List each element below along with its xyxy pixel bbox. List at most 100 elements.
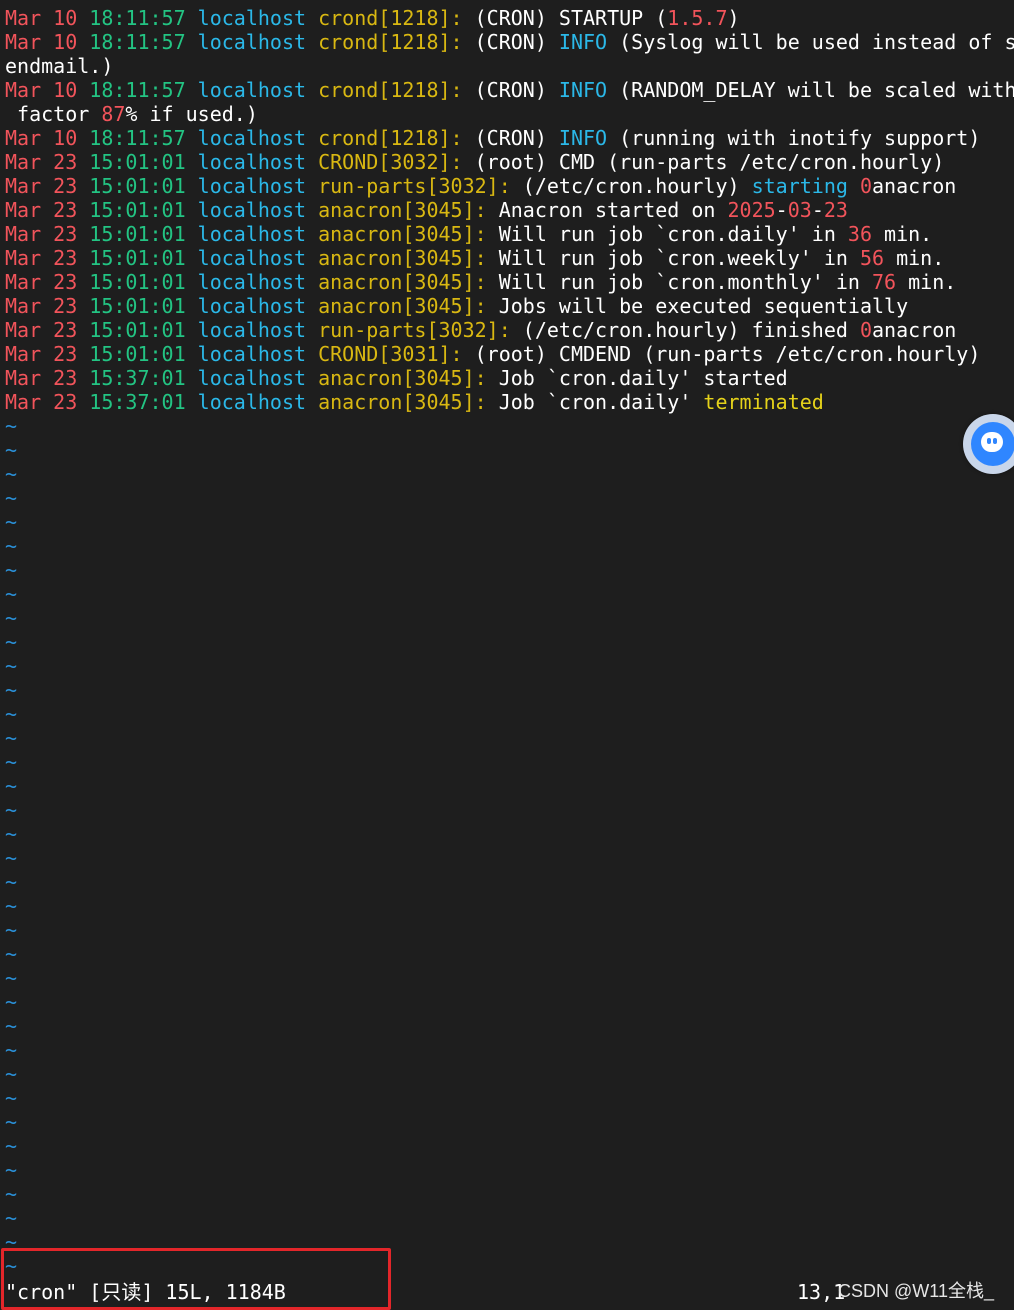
log-line: Mar 23 15:01:01 localhost CROND[3032]: (… <box>5 150 1014 174</box>
log-token: Mar <box>5 78 54 102</box>
empty-line-tilde: ~ <box>5 726 18 750</box>
log-token: 87 <box>101 102 126 126</box>
log-token: Job `cron.daily' started <box>486 366 788 390</box>
log-token: 15:37:01 <box>89 366 198 390</box>
log-token: Mar <box>5 222 54 246</box>
log-token: localhost <box>197 294 319 318</box>
empty-line-tilde: ~ <box>5 870 18 894</box>
log-token: 76 <box>871 270 897 294</box>
log-token: 23 <box>53 246 90 270</box>
log-token: 23 <box>53 318 90 342</box>
log-token: 10 <box>53 78 90 102</box>
log-line: Mar 23 15:37:01 localhost anacron[3045]:… <box>5 390 1014 414</box>
empty-line-tilde: ~ <box>5 774 18 798</box>
empty-line-tilde: ~ <box>5 798 18 822</box>
log-token: 2025 <box>727 198 776 222</box>
empty-line-tilde: ~ <box>5 1182 18 1206</box>
empty-line-tilde: ~ <box>5 582 18 606</box>
log-token: starting <box>751 174 848 198</box>
empty-line-tilde: ~ <box>5 966 18 990</box>
log-token: 23 <box>53 390 90 414</box>
log-token: 03 <box>787 198 812 222</box>
log-token: 56 <box>859 246 885 270</box>
empty-line-tilde: ~ <box>5 510 18 534</box>
log-token: Mar <box>5 294 54 318</box>
log-token: 0 <box>859 318 872 342</box>
log-token: CROND[3032]: <box>318 150 463 174</box>
csdn-watermark: CSDN @W11全栈_ <box>838 1281 994 1301</box>
log-token: anacron[3045]: <box>318 294 487 318</box>
log-line: Mar 23 15:01:01 localhost CROND[3031]: (… <box>5 342 1014 366</box>
log-token: crond[1218]: <box>318 78 463 102</box>
empty-line-tilde: ~ <box>5 462 18 486</box>
log-token: (Syslog will be used instead of s <box>607 30 1014 54</box>
log-token: 15:37:01 <box>89 390 198 414</box>
log-token: 18:11:57 <box>89 78 198 102</box>
empty-line-tilde: ~ <box>5 678 18 702</box>
empty-line-tilde: ~ <box>5 630 18 654</box>
log-token: Will run job `cron.daily' in <box>486 222 848 246</box>
empty-line-tilde: ~ <box>5 606 18 630</box>
log-token: Will run job `cron.weekly' in <box>486 246 860 270</box>
log-token: min. <box>896 270 957 294</box>
log-line: Mar 23 15:01:01 localhost run-parts[3032… <box>5 318 1014 342</box>
log-token: min. <box>872 222 933 246</box>
log-token: Mar <box>5 390 54 414</box>
log-token: localhost <box>197 198 319 222</box>
assistant-face-icon[interactable] <box>963 414 1014 474</box>
log-token: 15:01:01 <box>89 174 198 198</box>
log-token: localhost <box>197 174 319 198</box>
log-token: 18:11:57 <box>89 6 198 30</box>
log-line: Mar 23 15:01:01 localhost anacron[3045]:… <box>5 270 1014 294</box>
log-token: localhost <box>197 6 319 30</box>
log-token: anacron[3045]: <box>318 246 487 270</box>
log-token: (CRON) <box>462 78 559 102</box>
log-token: (CRON) <box>462 126 559 150</box>
log-token: localhost <box>197 126 319 150</box>
empty-line-tilde: ~ <box>5 846 18 870</box>
log-token: localhost <box>197 390 319 414</box>
log-line: Mar 23 15:37:01 localhost anacron[3045]:… <box>5 366 1014 390</box>
empty-line-tilde: ~ <box>5 990 18 1014</box>
empty-line-tilde: ~ <box>5 438 18 462</box>
log-token: 23 <box>53 198 90 222</box>
empty-line-tilde: ~ <box>5 942 18 966</box>
vim-status-line: "cron" [只读] 15L, 1184B <box>5 1280 286 1304</box>
log-token: INFO <box>558 126 608 150</box>
empty-line-tilde: ~ <box>5 918 18 942</box>
log-token: crond[1218]: <box>318 30 463 54</box>
log-token: Mar <box>5 342 54 366</box>
log-token: Mar <box>5 126 54 150</box>
log-line: factor 87% if used.) <box>5 102 1014 126</box>
empty-line-tilde: ~ <box>5 1014 18 1038</box>
empty-line-tilde: ~ <box>5 1038 18 1062</box>
empty-line-tilde: ~ <box>5 486 18 510</box>
log-token: 15:01:01 <box>89 246 198 270</box>
empty-line-tilde: ~ <box>5 534 18 558</box>
log-token: (CRON) <box>462 30 559 54</box>
log-token: min. <box>884 246 945 270</box>
log-token: (/etc/cron.hourly) <box>510 174 752 198</box>
log-token: (CRON) STARTUP ( <box>462 6 668 30</box>
log-token: INFO <box>558 30 608 54</box>
log-token: 23 <box>53 342 90 366</box>
log-token: Anacron started on <box>486 198 728 222</box>
log-token: 15:01:01 <box>89 150 198 174</box>
log-token: % if used.) <box>125 102 258 126</box>
log-token: 10 <box>53 30 90 54</box>
log-token: crond[1218]: <box>318 126 463 150</box>
log-line: Mar 10 18:11:57 localhost crond[1218]: (… <box>5 126 1014 150</box>
empty-line-tilde: ~ <box>5 894 18 918</box>
empty-line-tilde: ~ <box>5 1110 18 1134</box>
empty-line-tilde: ~ <box>5 558 18 582</box>
log-token: - <box>811 198 824 222</box>
log-token: Job `cron.daily' <box>486 390 704 414</box>
log-token: anacron <box>872 174 957 198</box>
log-token: 10 <box>53 6 90 30</box>
log-token: 15:01:01 <box>89 198 198 222</box>
log-token: Mar <box>5 6 54 30</box>
log-token: localhost <box>197 222 319 246</box>
terminal-buffer[interactable]: Mar 10 18:11:57 localhost crond[1218]: (… <box>5 6 1014 1278</box>
log-token: (RANDOM_DELAY will be scaled with <box>607 78 1014 102</box>
log-token: (root) CMD (run-parts /etc/cron.hourly) <box>462 150 945 174</box>
